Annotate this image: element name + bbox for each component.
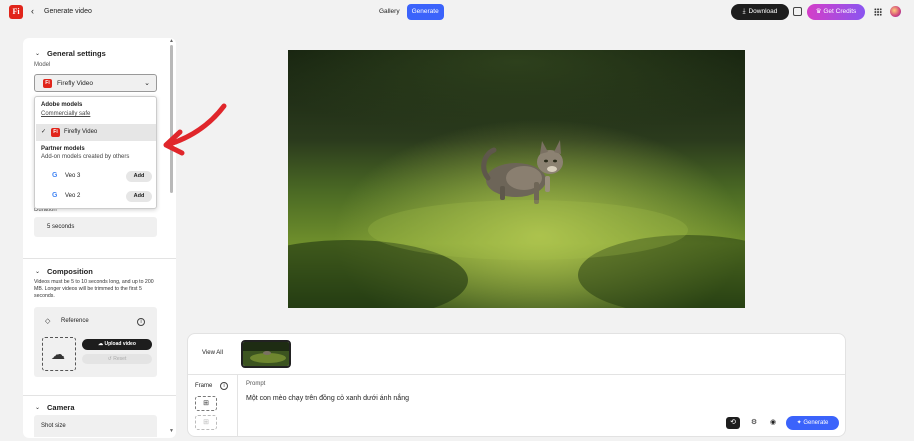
download-label: Download [748, 8, 778, 15]
option-label: Firefly Video [64, 129, 98, 135]
google-icon: G [52, 172, 58, 179]
reference-card: ◇ Reference i ☁ ☁ Upload video ↺ Reset [34, 307, 157, 377]
get-credits-button[interactable]: ♛ Get Credits [807, 4, 865, 20]
frame-label: Frame [195, 383, 213, 389]
model-dropdown-menu: Adobe models Commercially safe ✓ Fi Fire… [34, 96, 157, 209]
reset-button[interactable]: ↺ Reset [82, 354, 152, 364]
model-select[interactable]: Fi Firefly Video ⌄ [34, 74, 157, 92]
tab-gallery[interactable]: Gallery [374, 4, 405, 20]
scroll-up-icon[interactable]: ▲ [169, 38, 174, 44]
composition-title: Composition [47, 267, 93, 276]
info-icon[interactable]: i [137, 318, 145, 326]
model-select-value: Firefly Video [57, 80, 94, 87]
download-button[interactable]: ⤓ Download [731, 4, 789, 20]
apps-grid-icon[interactable] [874, 8, 882, 16]
add-frame-icon: ⊞ [203, 419, 209, 426]
divider [23, 258, 176, 259]
thumbnail-image [243, 342, 289, 366]
shapes-icon: ◇ [45, 318, 51, 325]
prompt-input[interactable]: Một con mèo chạy trên đồng cỏ xanh dưới … [246, 395, 409, 402]
info-icon[interactable]: i [220, 382, 228, 390]
divider [188, 374, 845, 375]
start-frame-button[interactable]: ⊞ [195, 396, 217, 411]
adobe-models-heading: Adobe models [41, 102, 83, 108]
history-icon[interactable]: ⟲ [726, 417, 740, 429]
chevron-down-icon: ⌄ [144, 80, 150, 87]
partner-models-heading: Partner models [41, 146, 85, 152]
feedback-icon[interactable] [793, 7, 802, 16]
camera-title: Camera [47, 403, 75, 412]
page-title: Generate video [44, 8, 92, 15]
collapse-chevron-icon[interactable]: ⌄ [35, 268, 40, 275]
option-label: Veo 3 [65, 173, 81, 179]
collapse-chevron-icon[interactable]: ⌄ [35, 404, 40, 411]
cat-in-grass-image [288, 50, 745, 308]
generate-label: Generate [803, 420, 829, 426]
option-veo-3[interactable]: G Veo 3 Add [36, 168, 156, 185]
generate-button[interactable]: ✦ Generate [786, 416, 839, 430]
video-preview[interactable] [288, 50, 745, 308]
divider [237, 375, 238, 437]
add-button[interactable]: Add [126, 171, 152, 182]
settings-sliders-icon[interactable]: ⚙ [747, 417, 761, 429]
general-settings-title: General settings [47, 49, 106, 58]
option-firefly-video[interactable]: ✓ Fi Firefly Video [36, 124, 156, 141]
view-all-link[interactable]: View All [202, 350, 223, 356]
upload-dropzone[interactable]: ☁ [42, 337, 76, 371]
mode-tabs: Gallery Generate [374, 4, 444, 20]
firefly-logo[interactable]: Fi [9, 5, 23, 19]
camera-motion-icon[interactable]: ◉ [766, 417, 780, 429]
scroll-down-icon[interactable]: ▼ [169, 428, 174, 434]
option-label: Veo 2 [65, 193, 81, 199]
end-frame-button[interactable]: ⊞ [195, 415, 217, 430]
composition-note: Videos must be 5 to 10 seconds long, and… [34, 279, 154, 299]
shot-size-label: Shot size [41, 423, 66, 429]
checkmark-icon: ✓ [41, 129, 47, 135]
back-chevron-icon[interactable]: ‹ [31, 6, 34, 16]
shot-size-select[interactable]: Shot size [34, 415, 157, 437]
firefly-badge-icon: Fi [51, 128, 60, 137]
tab-generate[interactable]: Generate [406, 4, 444, 20]
firefly-badge-icon: Fi [43, 79, 52, 88]
generation-thumbnail[interactable] [241, 340, 291, 368]
prompt-label: Prompt [246, 381, 266, 387]
download-icon: ⤓ [742, 8, 746, 15]
add-button[interactable]: Add [126, 191, 152, 202]
duration-value: 5 seconds [47, 224, 75, 230]
avatar[interactable] [890, 6, 901, 17]
upload-label: Upload video [104, 341, 136, 347]
model-label: Model [34, 62, 51, 68]
commercially-safe-link[interactable]: Commercially safe [41, 111, 90, 117]
prompt-panel: View All Frame i ⊞ ⊞ Prompt Một con mèo … [187, 333, 846, 437]
partner-models-subtitle: Add-on models created by others [41, 154, 130, 160]
cloud-upload-icon: ☁ [51, 346, 65, 362]
divider [23, 395, 176, 396]
annotation-arrow [163, 103, 227, 156]
google-icon: G [52, 192, 58, 199]
reference-label: Reference [61, 318, 89, 324]
add-frame-icon: ⊞ [203, 400, 209, 407]
top-bar: Fi ‹ Generate video Gallery Generate ⤓ Do… [0, 0, 914, 26]
option-veo-2[interactable]: G Veo 2 Add [36, 188, 156, 205]
duration-select[interactable]: 5 seconds [34, 217, 157, 237]
credits-label: Get Credits [823, 8, 857, 15]
upload-video-button[interactable]: ☁ Upload video [82, 339, 152, 350]
reset-label: Reset [113, 356, 127, 362]
collapse-chevron-icon[interactable]: ⌄ [35, 50, 40, 57]
